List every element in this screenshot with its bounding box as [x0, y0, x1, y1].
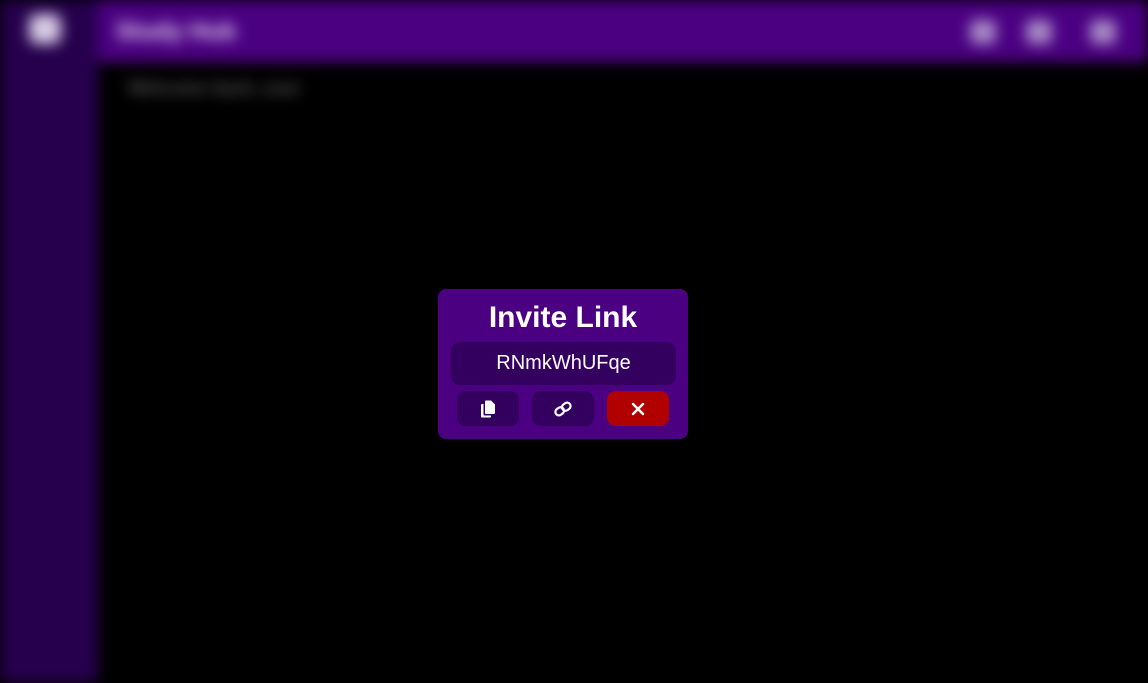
content-heading: Welcome back, user — [128, 78, 301, 98]
settings-icon — [1026, 20, 1052, 44]
copy-icon — [481, 400, 495, 417]
close-icon — [631, 402, 645, 415]
app-logo-icon — [29, 14, 61, 44]
invite-link-modal: Invite Link RNmkWhUFqe — [438, 289, 688, 439]
notification-icon — [970, 20, 996, 44]
modal-title: Invite Link — [488, 301, 638, 334]
app-title: Study Hub — [116, 18, 236, 45]
top-bar: Study Hub — [98, 0, 1148, 62]
share-link-button[interactable] — [532, 391, 594, 426]
invite-code-display[interactable]: RNmkWhUFqe — [451, 342, 676, 385]
sidebar — [0, 0, 98, 683]
copy-button[interactable] — [457, 391, 519, 426]
link-icon — [554, 401, 572, 416]
profile-icon — [1090, 20, 1116, 44]
close-button[interactable] — [607, 391, 669, 426]
